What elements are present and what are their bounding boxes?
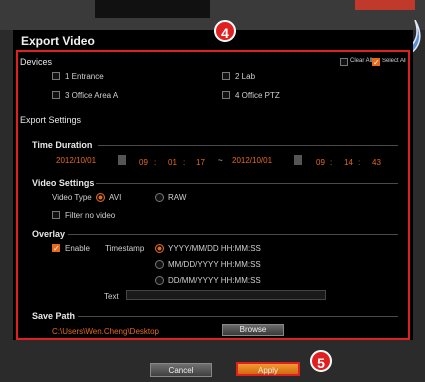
select-all-checkbox[interactable] [372, 58, 380, 66]
select-all-label: Select All [382, 58, 406, 64]
clear-all-label: Clear All [350, 58, 373, 64]
avi-radio[interactable] [96, 193, 105, 202]
cancel-button[interactable]: Cancel [150, 363, 212, 377]
start-minute[interactable]: 01 [168, 158, 177, 167]
start-date[interactable]: 2012/10/01 [56, 156, 96, 165]
export-settings-label: Export Settings [20, 115, 82, 125]
filter-no-video-label: Filter no video [65, 211, 116, 220]
background-highlight [355, 0, 415, 10]
raw-radio[interactable] [155, 193, 164, 202]
divider [68, 234, 398, 235]
background-panel [95, 0, 210, 18]
start-second[interactable]: 17 [196, 158, 205, 167]
filter-no-video-checkbox[interactable] [52, 211, 60, 219]
end-hour[interactable]: 09 [316, 158, 325, 167]
save-path-value: C:\Users\Wen.Cheng\Desktop [52, 327, 160, 336]
device-checkbox[interactable] [222, 91, 230, 99]
calendar-icon[interactable] [294, 155, 302, 165]
device-label: 3 Office Area A [65, 91, 119, 100]
devices-label: Devices [20, 57, 53, 67]
dialog-footer [0, 340, 425, 382]
time-colon: : [330, 158, 333, 167]
range-separator: ~ [218, 156, 223, 165]
timestamp-format-radio[interactable] [155, 260, 164, 269]
device-checkbox[interactable] [52, 91, 60, 99]
device-checkbox[interactable] [52, 72, 60, 80]
clear-all-checkbox[interactable] [340, 58, 348, 66]
device-checkbox[interactable] [222, 72, 230, 80]
calendar-icon[interactable] [118, 155, 126, 165]
device-label: 4 Office PTZ [235, 91, 280, 100]
overlay-label: Overlay [32, 229, 66, 239]
end-second[interactable]: 43 [372, 158, 381, 167]
timestamp-format-radio[interactable] [155, 276, 164, 285]
divider [96, 183, 398, 184]
dialog-title: Export Video [21, 34, 95, 48]
video-settings-label: Video Settings [32, 178, 95, 188]
timestamp-format-label: DD/MM/YYYY HH:MM:SS [168, 276, 261, 285]
save-path-label: Save Path [32, 311, 76, 321]
divider [78, 316, 398, 317]
video-type-label: Video Type [52, 193, 92, 202]
overlay-text-input[interactable] [126, 290, 326, 300]
end-date[interactable]: 2012/10/01 [232, 156, 272, 165]
enable-label: Enable [65, 244, 90, 253]
divider [98, 145, 398, 146]
time-colon: : [183, 158, 186, 167]
step-badge-4: 4 [214, 20, 236, 42]
timestamp-label: Timestamp [105, 244, 145, 253]
time-duration-label: Time Duration [32, 140, 93, 150]
device-label: 2 Lab [235, 72, 256, 81]
end-minute[interactable]: 14 [344, 158, 353, 167]
browse-button[interactable]: Browse [222, 324, 284, 336]
timestamp-format-label: YYYY/MM/DD HH:MM:SS [168, 244, 261, 253]
timestamp-format-label: MM/DD/YYYY HH:MM:SS [168, 260, 261, 269]
device-label: 1 Entrance [65, 72, 104, 81]
start-hour[interactable]: 09 [139, 158, 148, 167]
avi-label: AVI [109, 193, 122, 202]
text-label: Text [104, 292, 119, 301]
enable-checkbox[interactable] [52, 244, 60, 252]
background-strip [0, 0, 425, 30]
time-colon: : [154, 158, 157, 167]
step-badge-5: 5 [310, 350, 332, 372]
apply-button[interactable]: Apply [236, 362, 300, 376]
time-colon: : [358, 158, 361, 167]
raw-label: RAW [168, 193, 187, 202]
timestamp-format-radio[interactable] [155, 244, 164, 253]
